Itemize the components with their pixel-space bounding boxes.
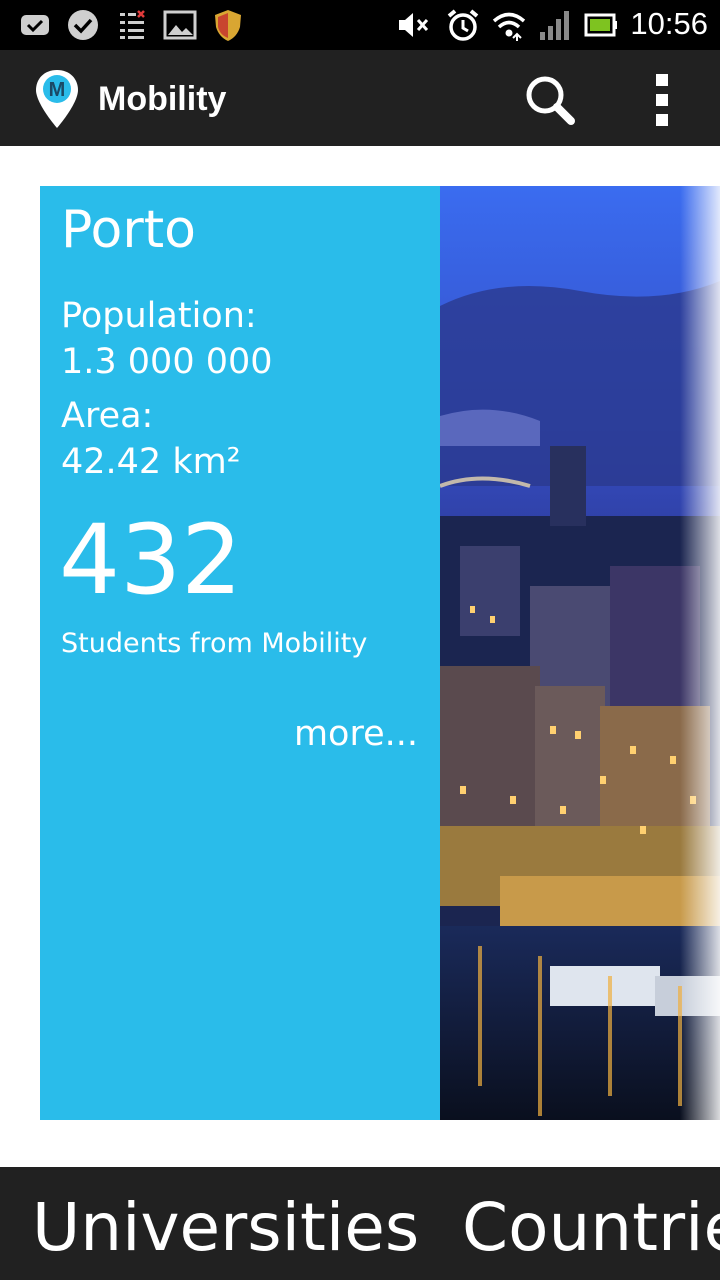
wifi-icon — [492, 12, 526, 41]
overflow-menu-icon[interactable] — [640, 70, 686, 130]
tab-countries[interactable]: Countries — [462, 1189, 720, 1266]
tasks-icon — [120, 10, 145, 39]
status-bar: 10:56 — [0, 0, 720, 50]
action-bar: M Mobility — [0, 50, 720, 146]
area-value: 42.42 km² — [61, 442, 241, 482]
svg-text:M: M — [49, 79, 66, 101]
app-logo-icon[interactable]: M — [34, 68, 80, 130]
shield-icon — [215, 10, 241, 41]
population-value: 1.3 000 000 — [61, 342, 273, 382]
city-card[interactable]: Porto Population: 1.3 000 000 Area: 42.4… — [40, 186, 440, 1120]
search-icon[interactable] — [520, 72, 582, 128]
battery-icon — [584, 13, 617, 37]
students-count: 432 — [59, 504, 243, 616]
tab-universities[interactable]: Universities — [32, 1189, 419, 1266]
students-label: Students from Mobility — [61, 628, 368, 659]
area-label: Area: — [61, 396, 154, 436]
signal-icon — [540, 11, 569, 40]
more-link[interactable]: more... — [294, 714, 418, 754]
gallery-icon — [163, 10, 197, 40]
population-label: Population: — [61, 296, 257, 336]
city-name: Porto — [61, 200, 196, 260]
mute-icon — [399, 13, 429, 37]
alarm-icon — [447, 9, 479, 41]
content-area: Porto Population: 1.3 000 000 Area: 42.4… — [0, 146, 720, 1167]
bottom-tab-bar: Universities Countries — [0, 1167, 720, 1280]
city-photo — [440, 186, 720, 1120]
check-icon — [68, 10, 98, 40]
app-title: Mobility — [98, 80, 227, 118]
message-icon — [21, 15, 49, 35]
status-time: 10:56 — [630, 6, 708, 41]
